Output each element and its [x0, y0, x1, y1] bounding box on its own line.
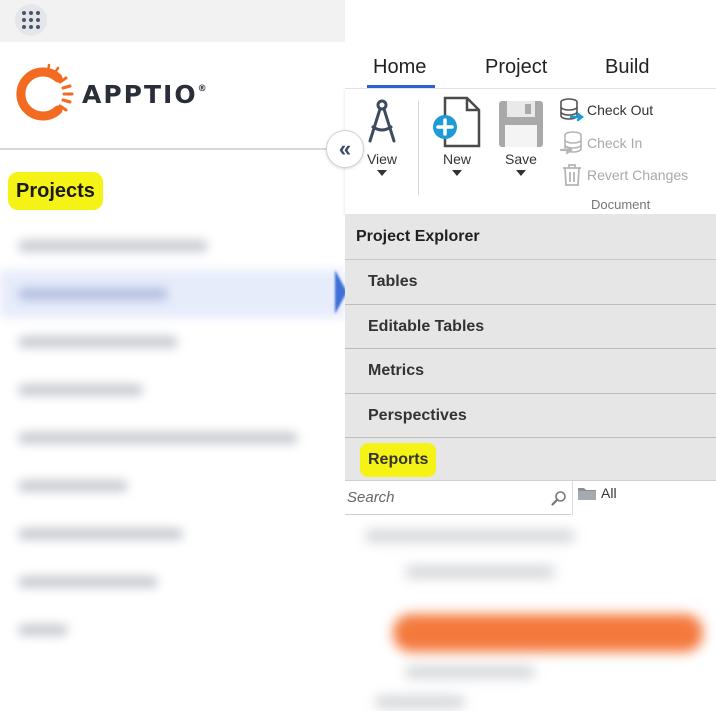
floppy-disk-icon	[499, 101, 543, 147]
folder-filter-label: All	[601, 485, 617, 501]
explorer-item-perspectives[interactable]: Perspectives	[345, 393, 716, 438]
chevron-down-icon[interactable]	[452, 170, 462, 176]
chevron-down-icon[interactable]	[377, 170, 387, 176]
save-button[interactable]: Save	[493, 93, 549, 176]
view-button-label: View	[366, 151, 398, 167]
list-item[interactable]	[0, 414, 345, 462]
double-chevron-left-icon: «	[338, 136, 352, 161]
ribbon-tabs: Home Project Build	[345, 52, 716, 90]
new-document-plus-icon	[433, 96, 481, 148]
check-out-label: Check Out	[587, 102, 654, 118]
list-item[interactable]	[0, 270, 345, 318]
revert-changes-button[interactable]: Revert Changes	[559, 162, 688, 188]
projects-heading: Projects	[8, 172, 103, 210]
workspace-pane: Home Project Build View New Save Check O…	[345, 0, 716, 711]
left-navigation-pane: APPTIO® Projects	[0, 0, 347, 711]
apptio-logo: APPTIO®	[12, 62, 207, 126]
check-in-label: Check In	[587, 135, 643, 151]
project-explorer-header: Project Explorer	[345, 214, 716, 260]
trash-can-icon	[563, 164, 581, 186]
list-item[interactable]	[0, 510, 345, 558]
project-explorer: Project Explorer Tables Editable Tables …	[345, 214, 716, 483]
list-item[interactable]	[0, 318, 345, 366]
view-button[interactable]: View	[357, 93, 407, 176]
document-group-label: Document	[591, 197, 651, 212]
search-row: All	[345, 480, 716, 515]
ribbon-toolbar: View New Save Check Out Check In Revert …	[345, 88, 716, 214]
compass-icon	[368, 99, 396, 143]
new-button-label: New	[442, 151, 471, 167]
save-button-label: Save	[505, 151, 537, 167]
list-item[interactable]	[0, 462, 345, 510]
database-arrow-out-icon	[560, 98, 584, 122]
magnifier-icon[interactable]	[551, 490, 567, 506]
new-button[interactable]: New	[429, 93, 485, 176]
chevron-down-icon[interactable]	[516, 170, 526, 176]
grid-dots-icon[interactable]	[15, 4, 47, 36]
tab-project[interactable]: Project	[485, 56, 547, 79]
folder-filter[interactable]: All	[577, 485, 617, 501]
explorer-item-tables[interactable]: Tables	[345, 260, 716, 305]
database-arrow-in-icon	[559, 131, 582, 155]
explorer-item-reports[interactable]: Reports	[345, 438, 716, 483]
list-item[interactable]	[0, 558, 345, 606]
apptio-logo-mark-icon	[16, 63, 74, 121]
tab-build[interactable]: Build	[605, 56, 649, 79]
folder-icon	[578, 488, 596, 500]
explorer-item-editable-tables[interactable]: Editable Tables	[345, 304, 716, 349]
revert-changes-label: Revert Changes	[587, 167, 689, 183]
list-item[interactable]	[0, 366, 345, 414]
search-input[interactable]	[345, 481, 571, 515]
ribbon-separator	[418, 101, 419, 195]
tab-home[interactable]: Home	[373, 56, 426, 79]
divider	[572, 481, 573, 515]
divider	[0, 148, 345, 150]
explorer-item-metrics[interactable]: Metrics	[345, 349, 716, 394]
blurred-report-list	[345, 516, 716, 711]
collapse-panel-button[interactable]: «	[326, 130, 364, 168]
check-out-button[interactable]: Check Out	[559, 97, 653, 123]
blurred-project-list	[0, 222, 345, 654]
check-in-button[interactable]: Check In	[559, 130, 642, 156]
top-bar	[0, 0, 345, 42]
apptio-logo-text: APPTIO®	[82, 79, 207, 109]
list-item[interactable]	[0, 606, 345, 654]
list-item[interactable]	[0, 222, 345, 270]
explorer-item-reports-label: Reports	[360, 442, 437, 477]
